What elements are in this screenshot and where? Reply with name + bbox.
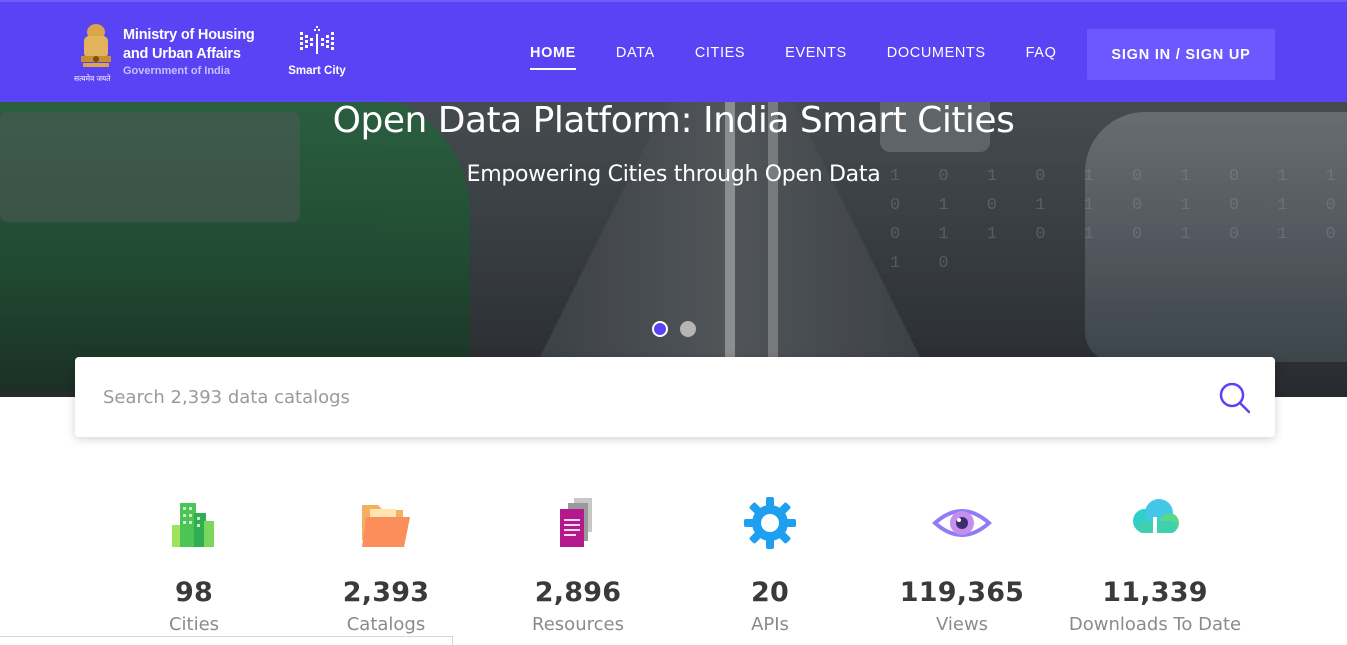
- carousel-dot-2[interactable]: [680, 321, 696, 337]
- main-nav: HOME DATA CITIES EVENTS DOCUMENTS FAQ: [530, 45, 1096, 73]
- document-icon: [560, 498, 592, 547]
- carousel-dot-1[interactable]: [652, 321, 668, 337]
- stat-value: 20: [751, 577, 789, 608]
- stat-label: Catalogs: [346, 614, 426, 635]
- hero-carousel: 1 0 1 0 1 0 1 0 1 1 0 1 0 1 1 0 1 0 1 0 …: [0, 102, 1347, 397]
- site-header: सत्यमेव जयते Ministry of Housing and Urb…: [0, 0, 1347, 102]
- catalog-search-box: [75, 357, 1275, 437]
- stat-label: Cities: [168, 614, 220, 635]
- stat-downloads[interactable]: 11,339 Downloads To Date: [1055, 495, 1255, 635]
- buildings-icon: [172, 503, 214, 547]
- stat-value: 2,896: [534, 577, 622, 608]
- nav-documents[interactable]: DOCUMENTS: [887, 45, 986, 73]
- browser-status-bar: [0, 636, 453, 645]
- ministry-name: Ministry of Housing and Urban Affairs Go…: [123, 26, 255, 78]
- stat-label: Downloads To Date: [1068, 614, 1242, 635]
- government-label: Government of India: [123, 65, 230, 77]
- sign-in-button[interactable]: SIGN IN / SIGN UP: [1087, 29, 1275, 80]
- stat-cities[interactable]: 98 Cities: [94, 495, 294, 635]
- ministry-name-line1: Ministry of Housing: [123, 27, 255, 43]
- eye-icon: [932, 509, 992, 537]
- stat-views[interactable]: 119,365 Views: [862, 495, 1062, 635]
- search-input[interactable]: [103, 377, 1183, 417]
- nav-cities[interactable]: CITIES: [695, 45, 745, 73]
- stat-label: Views: [935, 614, 989, 635]
- nav-faq[interactable]: FAQ: [1026, 45, 1057, 73]
- stat-resources[interactable]: 2,896 Resources: [478, 495, 678, 635]
- carousel-indicators: [652, 321, 708, 337]
- smart-city-label: Smart City: [288, 65, 346, 77]
- ministry-name-line2: and Urban Affairs: [123, 46, 241, 62]
- nav-events[interactable]: EVENTS: [785, 45, 847, 73]
- stat-catalogs[interactable]: 2,393 Catalogs: [286, 495, 486, 635]
- folder-icon: [362, 505, 410, 547]
- gear-icon: [744, 497, 796, 549]
- stat-apis[interactable]: 20 APIs: [670, 495, 870, 635]
- hero-title: Open Data Platform: India Smart Cities: [332, 102, 1015, 141]
- emblem-caption: सत्यमेव जयते: [74, 74, 111, 83]
- stat-value: 119,365: [899, 577, 1025, 608]
- ministry-logo[interactable]: सत्यमेव जयते Ministry of Housing and Urb…: [74, 22, 255, 84]
- cloud-download-icon: [1133, 499, 1179, 543]
- stat-value: 98: [175, 577, 213, 608]
- stat-label: APIs: [751, 614, 789, 635]
- national-emblem-icon: सत्यमेव जयते: [74, 22, 116, 84]
- search-icon[interactable]: [1218, 381, 1252, 415]
- stat-value: 2,393: [342, 577, 430, 608]
- nav-data[interactable]: DATA: [616, 45, 655, 73]
- stat-value: 11,339: [1102, 577, 1208, 608]
- smart-city-icon: [300, 26, 334, 54]
- hero-subtitle: Empowering Cities through Open Data: [466, 162, 881, 187]
- stat-label: Resources: [532, 614, 624, 635]
- nav-home[interactable]: HOME: [530, 45, 576, 73]
- smart-city-logo[interactable]: Smart City: [282, 24, 352, 77]
